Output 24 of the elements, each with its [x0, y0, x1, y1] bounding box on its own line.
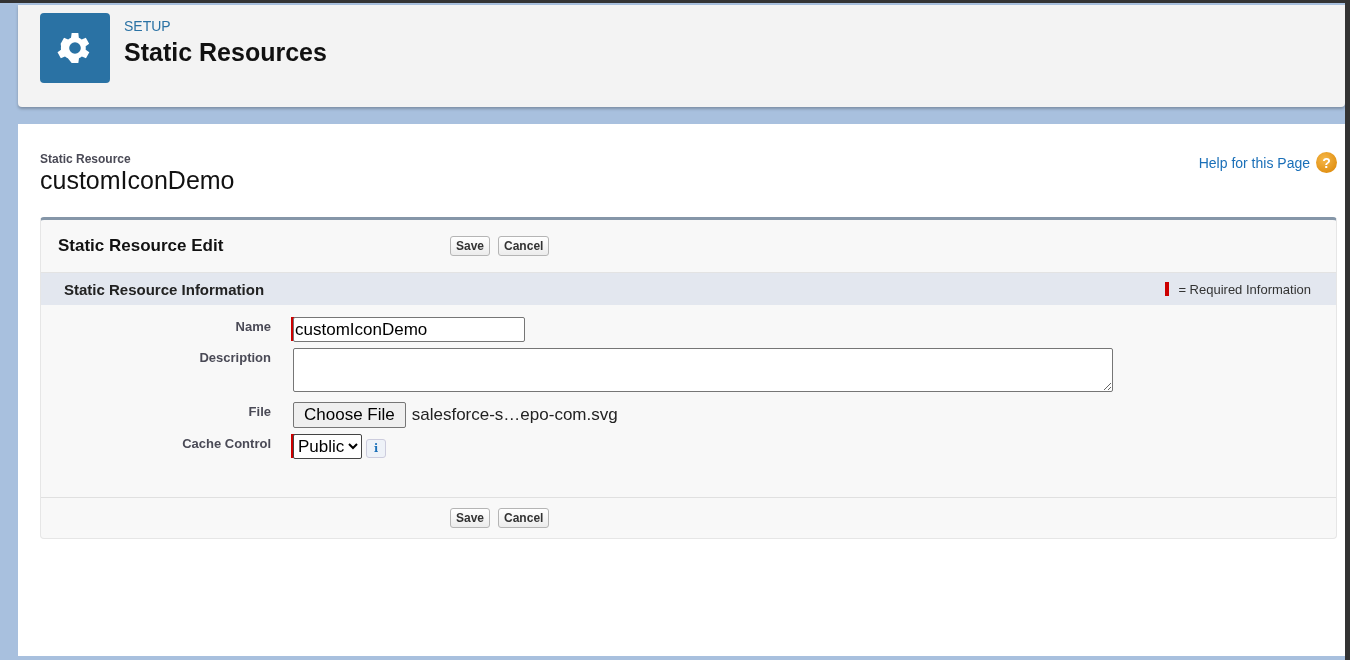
name-field[interactable]: customIconDemo — [293, 317, 525, 342]
help-link[interactable]: Help for this Page — [1198, 154, 1310, 171]
cancel-button[interactable]: Cancel — [498, 508, 550, 528]
cancel-button[interactable]: Cancel — [498, 236, 550, 256]
field-label: File — [247, 403, 271, 419]
field-label: Cache Control — [181, 435, 271, 451]
edit-title: Static Resource Edit — [58, 236, 225, 256]
setup-label: SETUP — [124, 18, 172, 34]
save-button[interactable]: Save — [450, 508, 491, 528]
choose-file-button[interactable]: Choose File — [293, 402, 406, 428]
file-name: salesforce-s…epo-com.svg — [411, 405, 618, 425]
record-type-label: Static Resource — [40, 152, 132, 166]
record-name: customIconDemo — [40, 166, 235, 195]
description-field[interactable] — [293, 348, 1113, 392]
required-marker — [1165, 282, 1170, 296]
save-button[interactable]: Save — [450, 236, 491, 256]
info-icon[interactable]: i — [366, 438, 386, 458]
cache-control-select[interactable]: Public — [293, 434, 362, 459]
required-legend: = Required Information — [1178, 281, 1311, 297]
field-label: Name — [234, 318, 271, 334]
field-label: Description — [198, 349, 271, 365]
gear-icon — [40, 13, 110, 83]
section-title: Static Resource Information — [64, 280, 265, 298]
page-title: Static Resources — [124, 38, 327, 67]
